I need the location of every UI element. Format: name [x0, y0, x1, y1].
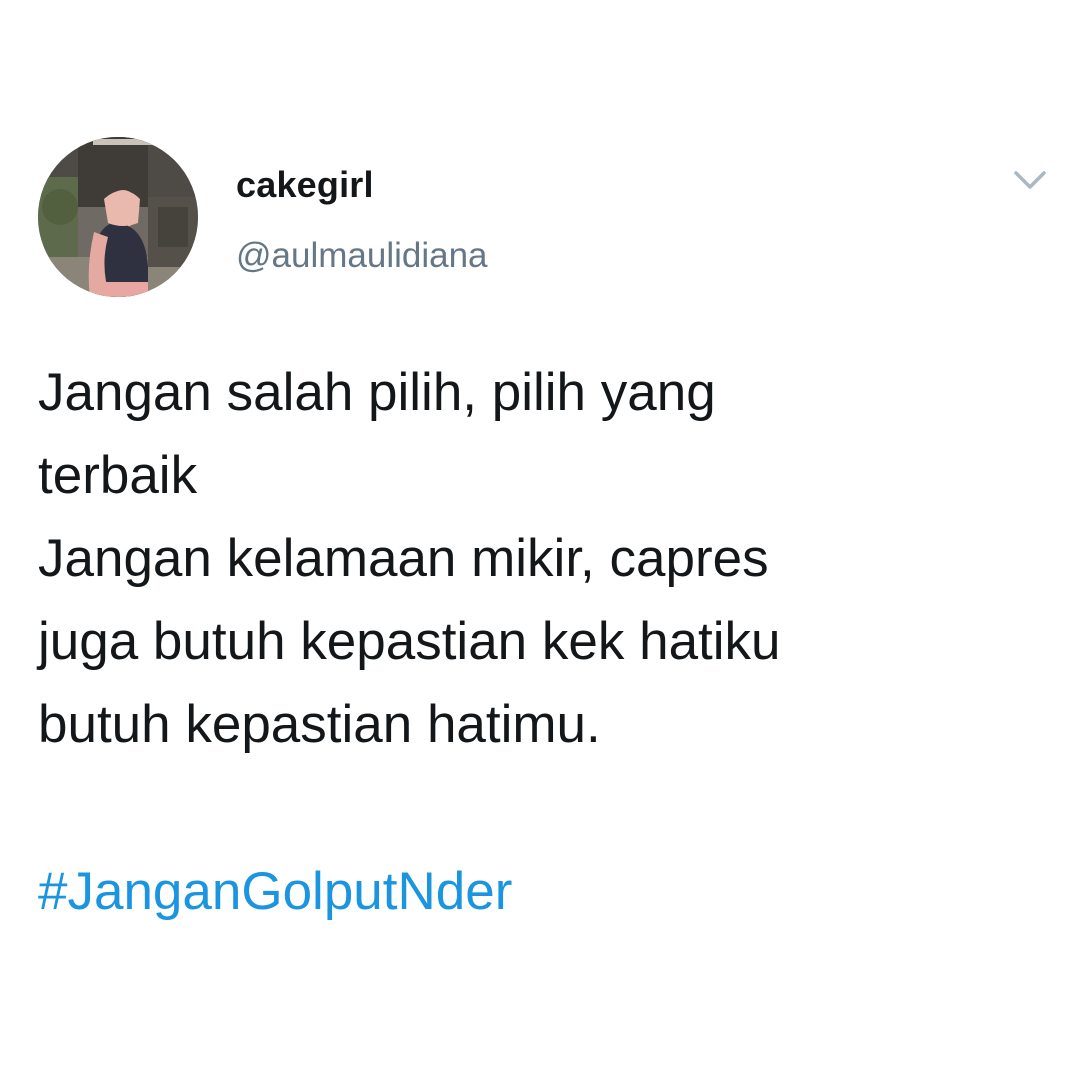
tweet-card: cakegirl @aulmaulidiana Jangan salah pil…	[0, 0, 1080, 1080]
tweet-text: Jangan salah pilih, pilih yang terbaik J…	[38, 351, 1038, 766]
author-display-name[interactable]: cakegirl	[236, 164, 374, 206]
avatar[interactable]	[38, 137, 198, 297]
author-handle[interactable]: @aulmaulidiana	[236, 236, 488, 276]
tweet-text-line: juga butuh kepastian kek hatiku	[38, 612, 781, 671]
chevron-down-icon[interactable]	[1010, 160, 1050, 200]
tweet-text-line: terbaik	[38, 446, 198, 505]
hashtag-link[interactable]: #JanganGolputNder	[38, 850, 512, 933]
tweet-text-line: butuh kepastian hatimu.	[38, 695, 601, 754]
tweet-text-line: Jangan salah pilih, pilih yang	[38, 363, 716, 422]
profile-photo-icon	[38, 137, 198, 297]
tweet-text-line: Jangan kelamaan mikir, capres	[38, 529, 769, 588]
